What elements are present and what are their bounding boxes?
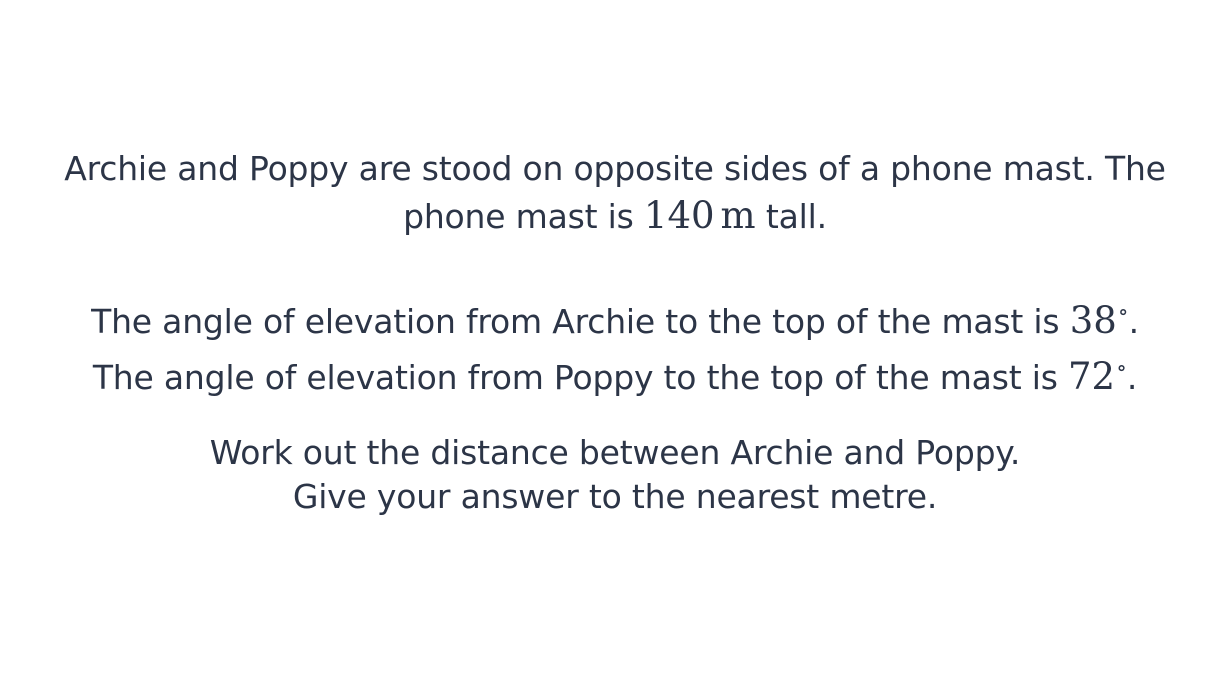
setup-line-2-end: tall. xyxy=(755,197,827,236)
archie-degree-symbol: ∘ xyxy=(1117,300,1129,325)
archie-angle-period: . xyxy=(1128,302,1140,341)
poppy-degree-symbol: ∘ xyxy=(1116,356,1127,381)
mast-height-value: 140 xyxy=(643,194,715,237)
setup-line-1: Archie and Poppy are stood on opposite s… xyxy=(64,149,1166,188)
archie-angle-text: The angle of elevation from Archie to th… xyxy=(91,302,1070,341)
angles-paragraph: The angle of elevation from Archie to th… xyxy=(0,289,1230,401)
poppy-angle-line: The angle of elevation from Poppy to the… xyxy=(0,345,1230,401)
poppy-angle-period: . xyxy=(1126,358,1138,397)
question-slide: Archie and Poppy are stood on opposite s… xyxy=(0,0,1230,673)
problem-setup-paragraph: Archie and Poppy are stood on opposite s… xyxy=(0,145,1230,240)
task-paragraph: Work out the distance between Archie and… xyxy=(0,431,1230,519)
task-line-1: Work out the distance between Archie and… xyxy=(209,433,1021,472)
poppy-angle-text: The angle of elevation from Poppy to the… xyxy=(92,358,1068,397)
setup-line-2-text: phone mast is xyxy=(403,197,644,236)
setup-line-2: phone mast is 140 m tall. xyxy=(0,192,1230,240)
mast-height-unit: m xyxy=(720,194,756,237)
archie-angle-line: The angle of elevation from Archie to th… xyxy=(0,289,1230,345)
archie-angle-value: 38 xyxy=(1069,299,1117,342)
task-line-2: Give your answer to the nearest metre. xyxy=(292,477,938,516)
poppy-angle-value: 72 xyxy=(1067,355,1116,398)
